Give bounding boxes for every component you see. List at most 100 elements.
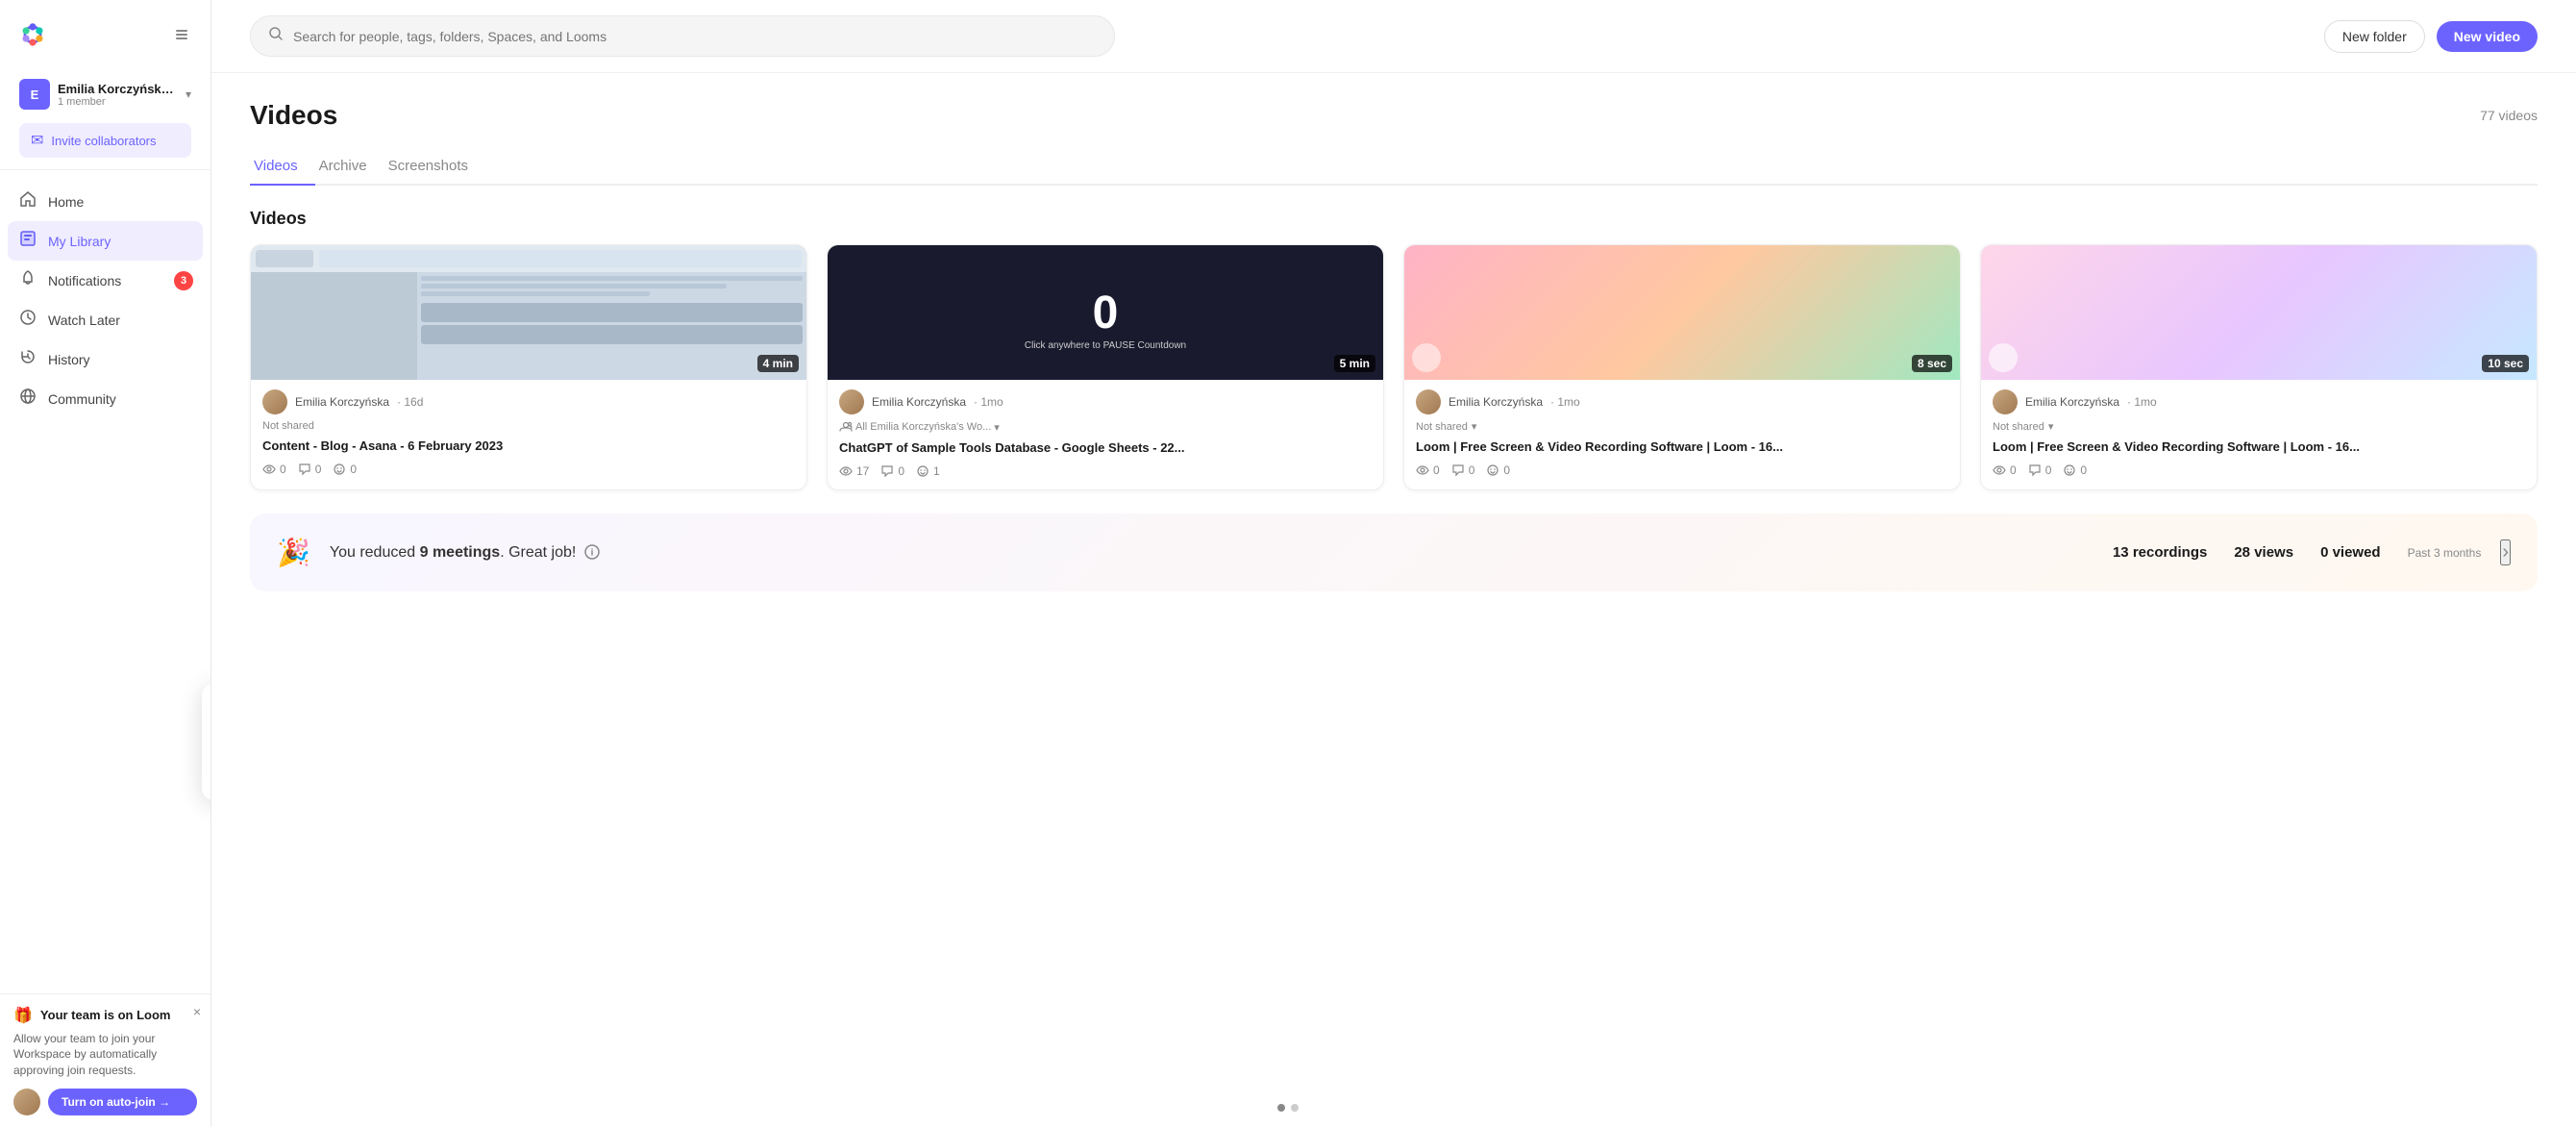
shared-info: All Emilia Korczyńska's Wo... ▾	[839, 420, 1372, 434]
video-duration: 5 min	[1334, 355, 1375, 372]
notification-close-button[interactable]: ×	[193, 1004, 201, 1019]
home-icon	[17, 190, 38, 213]
page-title: Videos	[250, 100, 337, 131]
tab-videos[interactable]: Videos	[250, 150, 315, 186]
search-bar[interactable]	[250, 15, 1115, 57]
video-card[interactable]: 4 min Emilia Korczyńska · 16d Not shared…	[250, 244, 807, 490]
topbar: New folder New video	[211, 0, 2576, 73]
video-duration: 4 min	[757, 355, 799, 372]
sidebar: E Emilia Korczyńska's Wo... 1 member ▾ ✉…	[0, 0, 211, 1127]
not-shared-label: Not shared	[1993, 421, 2044, 433]
video-meta: Emilia Korczyńska · 16d	[262, 389, 795, 414]
author-avatar	[1416, 389, 1441, 414]
notification-description: Allow your team to join your Workspace b…	[13, 1031, 197, 1079]
sidebar-item-home-label: Home	[48, 194, 84, 210]
video-card[interactable]: 0 Click anywhere to PAUSE Countdown 5 mi…	[827, 244, 1384, 490]
sidebar-item-history-label: History	[48, 352, 90, 367]
sidebar-item-notifications-label: Notifications	[48, 273, 121, 288]
tab-archive[interactable]: Archive	[315, 150, 384, 186]
video-thumbnail: 10 sec	[1981, 245, 2537, 380]
topbar-actions: New folder New video	[2324, 20, 2538, 53]
sidebar-item-community-label: Community	[48, 391, 116, 407]
author-name: Emilia Korczyńska	[2025, 395, 2119, 409]
sidebar-item-notifications[interactable]: Notifications 3	[8, 261, 203, 300]
video-duration: 8 sec	[1912, 355, 1952, 372]
views-value: 28 views	[2234, 544, 2293, 561]
video-info: Emilia Korczyńska · 1mo Not shared ▾ Loo…	[1404, 380, 1960, 488]
shared-chevron-icon: ▾	[1472, 420, 1477, 433]
author-avatar	[262, 389, 287, 414]
viewed-value: 0 viewed	[2320, 544, 2381, 561]
recordings-value: 13 recordings	[2113, 544, 2207, 561]
sidebar-collapse-button[interactable]	[168, 21, 195, 48]
video-info: Emilia Korczyńska · 16d Not shared Conte…	[251, 380, 806, 488]
video-stats: 0 0 0	[1416, 463, 1948, 477]
recordings-stat: 13 recordings	[2113, 544, 2207, 561]
sidebar-item-community[interactable]: Community	[8, 379, 203, 418]
nav-section: Home My Library Notifications 3 Watch La…	[0, 170, 211, 1088]
views-stat: 17	[839, 464, 869, 478]
sidebar-item-history[interactable]: History	[8, 339, 203, 379]
logo	[15, 17, 50, 52]
video-thumbnail: 8 sec	[1404, 245, 1960, 380]
video-stats: 17 0 1	[839, 464, 1372, 478]
banner-next-button[interactable]: ›	[2500, 539, 2511, 565]
workspace-selector[interactable]: E Emilia Korczyńska's Wo... 1 member ▾	[12, 73, 199, 115]
video-duration: 10 sec	[2482, 355, 2529, 372]
user-avatar	[13, 1089, 40, 1115]
stats-banner: 🎉 You reduced 9 meetings. Great job! 13 …	[250, 513, 2538, 591]
author-name: Emilia Korczyńska	[872, 395, 966, 409]
sidebar-item-my-library[interactable]: My Library	[8, 221, 203, 261]
community-icon	[17, 388, 38, 410]
video-card[interactable]: 8 sec Emilia Korczyńska · 1mo Not shared…	[1403, 244, 1961, 490]
team-notification: × 🎁 Your team is on Loom Allow your team…	[0, 993, 211, 1127]
shared-info: Not shared ▾	[1993, 420, 2525, 433]
sidebar-item-home[interactable]: Home	[8, 182, 203, 221]
author-avatar	[839, 389, 864, 414]
reactions-stat: 1	[916, 464, 940, 478]
invite-collaborators-button[interactable]: ✉ Invite collaborators	[19, 123, 191, 158]
reactions-stat: 0	[333, 463, 357, 476]
main-content: New folder New video Videos 77 videos Vi…	[211, 0, 2576, 1127]
video-card[interactable]: 10 sec Emilia Korczyńska · 1mo Not share…	[1980, 244, 2538, 490]
workspace-members: 1 member	[58, 96, 178, 108]
comments-stat: 0	[2028, 463, 2052, 477]
banner-stats: 13 recordings 28 views 0 viewed Past 3 m…	[2113, 544, 2481, 561]
page-header: Videos 77 videos	[250, 100, 2538, 131]
shared-info: Not shared ▾	[1416, 420, 1948, 433]
notifications-badge: 3	[174, 271, 193, 290]
workspace-section: E Emilia Korczyńska's Wo... 1 member ▾ ✉…	[0, 65, 211, 170]
video-date: · 1mo	[1550, 395, 1580, 409]
video-count: 77 videos	[2480, 108, 2538, 123]
video-title: Content - Blog - Asana - 6 February 2023	[262, 438, 795, 455]
video-thumbnail: 4 min	[251, 245, 806, 380]
search-input[interactable]	[293, 29, 1097, 44]
comments-stat: 0	[880, 464, 904, 478]
shared-with-label: All Emilia Korczyńska's Wo...	[855, 421, 991, 433]
notification-title: Your team is on Loom	[40, 1008, 171, 1022]
sidebar-item-watch-later[interactable]: Watch Later	[8, 300, 203, 339]
turn-on-auto-join-button[interactable]: Turn on auto-join →	[48, 1089, 197, 1115]
reactions-stat: 0	[1486, 463, 1510, 477]
library-icon	[17, 230, 38, 252]
new-folder-button[interactable]: New folder	[2324, 20, 2425, 53]
notification-footer: Turn on auto-join →	[13, 1089, 197, 1115]
video-meta: Emilia Korczyńska · 1mo	[839, 389, 1372, 414]
videos-grid: 4 min Emilia Korczyńska · 16d Not shared…	[250, 244, 2538, 490]
viewed-stat: 0 viewed	[2320, 544, 2381, 561]
tab-screenshots[interactable]: Screenshots	[384, 150, 485, 186]
loom-logo-icon	[15, 17, 50, 52]
notifications-icon	[17, 269, 38, 291]
video-meta: Emilia Korczyńska · 1mo	[1993, 389, 2525, 414]
views-stat: 0	[1993, 463, 2017, 477]
workspace-info: Emilia Korczyńska's Wo... 1 member	[58, 82, 178, 108]
video-meta: Emilia Korczyńska · 1mo	[1416, 389, 1948, 414]
videos-section-title: Videos	[250, 209, 2538, 229]
new-video-button[interactable]: New video	[2437, 21, 2538, 52]
sidebar-item-watch-later-label: Watch Later	[48, 313, 120, 328]
community-popup: × New! Community Looms Discover best pra…	[202, 684, 211, 801]
video-info: Emilia Korczyńska · 1mo Not shared ▾ Loo…	[1981, 380, 2537, 488]
content-area: Videos 77 videos Videos Archive Screensh…	[211, 73, 2576, 1127]
video-date: · 1mo	[2127, 395, 2157, 409]
views-stat: 28 views	[2234, 544, 2293, 561]
